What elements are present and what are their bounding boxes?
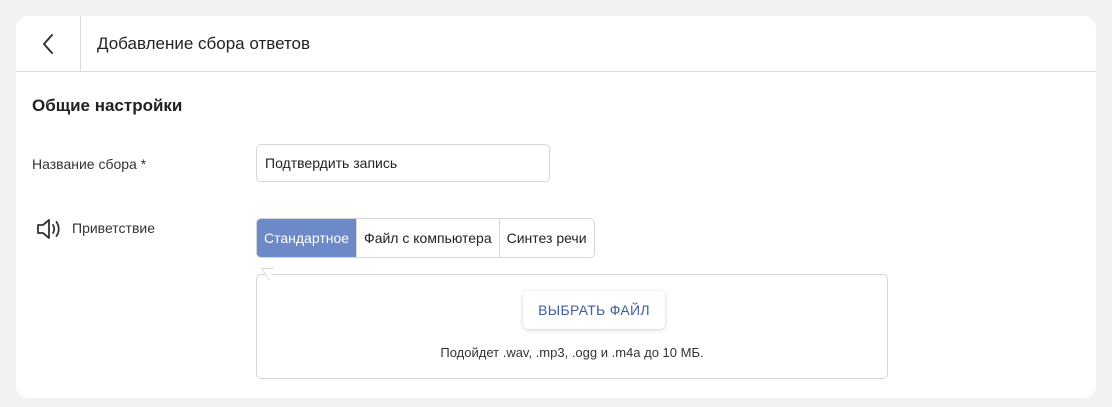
collection-name-input[interactable]: [256, 144, 550, 182]
tab-speech-synthesis[interactable]: Синтез речи: [499, 219, 594, 257]
section-title: Общие настройки: [32, 96, 183, 115]
tab-standard[interactable]: Стандартное: [257, 219, 358, 257]
greeting-source-tabs: Стандартное Файл с компьютера Синтез реч…: [256, 218, 595, 258]
chevron-left-icon: [43, 33, 53, 54]
settings-card: Добавление сбора ответов Общие настройки…: [16, 16, 1096, 398]
back-button[interactable]: [16, 16, 81, 71]
upload-hint: Подойдет .wav, .mp3, .ogg и .m4a до 10 М…: [440, 345, 704, 360]
page-header: Добавление сбора ответов: [16, 16, 1096, 72]
upload-area: ВЫБРАТЬ ФАЙЛ Подойдет .wav, .mp3, .ogg и…: [256, 274, 888, 379]
choose-file-button[interactable]: ВЫБРАТЬ ФАЙЛ: [523, 291, 665, 329]
greeting-label: Приветствие: [72, 220, 155, 236]
tab-file-from-computer[interactable]: Файл с компьютера: [357, 219, 500, 257]
collection-name-label: Название сбора *: [32, 156, 147, 172]
page-title: Добавление сбора ответов: [97, 34, 311, 53]
speaker-icon: [37, 219, 60, 239]
upload-area-pointer: [261, 268, 282, 281]
